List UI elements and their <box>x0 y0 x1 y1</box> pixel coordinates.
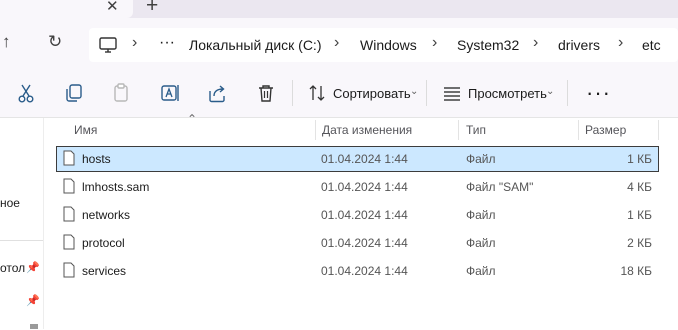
column-divider[interactable] <box>578 120 579 140</box>
breadcrumb-overflow[interactable]: ··· <box>159 34 175 52</box>
paste-icon[interactable] <box>110 82 132 104</box>
sort-button[interactable]: Сортировать <box>333 86 411 101</box>
breadcrumb-separator[interactable]: › <box>334 34 339 52</box>
tab-bar: ✕ + <box>0 0 678 18</box>
sort-ascending-icon: ⌃ <box>187 112 198 126</box>
file-date: 01.04.2024 1:44 <box>321 264 408 278</box>
file-name: protocol <box>82 236 125 250</box>
chevron-down-icon[interactable]: ⌄ <box>546 86 554 97</box>
file-size: 2 КБ <box>627 236 652 250</box>
share-icon[interactable] <box>206 82 228 104</box>
column-divider[interactable] <box>458 120 459 140</box>
file-row-protocol[interactable]: protocol 01.04.2024 1:44 Файл 2 КБ <box>57 231 658 255</box>
navigation-pane: ное отол 📌 📌 <box>0 118 44 329</box>
file-size: 1 КБ <box>627 152 652 166</box>
toolbar-divider <box>426 80 427 106</box>
file-icon <box>63 150 75 166</box>
file-date: 01.04.2024 1:44 <box>321 208 408 222</box>
breadcrumb-item-local-disk[interactable]: Локальный диск (C:) <box>189 37 322 53</box>
pin-icon[interactable]: 📌 <box>26 294 40 307</box>
file-name: networks <box>82 208 131 222</box>
cut-icon[interactable] <box>15 82 37 104</box>
navigation-bar: ↑ ↻ › ··· Локальный диск (C:) › Windows … <box>0 18 678 70</box>
more-options-icon[interactable]: ··· <box>586 80 611 106</box>
delete-icon[interactable] <box>255 82 277 104</box>
pin-icon[interactable] <box>28 324 40 330</box>
breadcrumb-item-system32[interactable]: System32 <box>457 37 519 53</box>
chevron-down-icon[interactable]: ⌄ <box>410 86 418 97</box>
new-tab-icon[interactable]: + <box>146 0 158 18</box>
file-name: lmhosts.sam <box>82 180 150 194</box>
close-tab-icon[interactable]: ✕ <box>106 0 119 15</box>
column-divider[interactable] <box>315 120 316 140</box>
breadcrumb-separator[interactable]: › <box>533 34 538 52</box>
column-header-type[interactable]: Тип <box>466 123 486 137</box>
copy-icon[interactable] <box>63 82 85 104</box>
command-bar: Сортировать ⌄ Просмотреть ⌄ ··· <box>0 70 678 118</box>
rename-icon[interactable] <box>160 82 182 104</box>
up-arrow-icon[interactable]: ↑ <box>2 32 11 52</box>
file-icon <box>63 234 75 250</box>
file-size: 4 КБ <box>627 180 652 194</box>
file-type: Файл <box>466 152 496 166</box>
breadcrumb-item-etc[interactable]: etc <box>642 37 661 53</box>
column-header-date[interactable]: Дата изменения <box>322 123 412 137</box>
file-icon <box>63 178 75 194</box>
address-bar[interactable]: › ··· Локальный диск (C:) › Windows › Sy… <box>89 28 678 62</box>
file-name: hosts <box>82 152 111 166</box>
file-type: Файл <box>466 236 496 250</box>
view-button[interactable]: Просмотреть <box>468 86 547 101</box>
breadcrumb-item-drivers[interactable]: drivers <box>558 37 600 53</box>
file-row-lmhosts[interactable]: lmhosts.sam 01.04.2024 1:44 Файл "SAM" 4… <box>57 175 658 199</box>
pin-icon[interactable]: 📌 <box>26 261 40 274</box>
file-row-hosts[interactable]: hosts 01.04.2024 1:44 Файл 1 КБ <box>56 146 659 172</box>
file-date: 01.04.2024 1:44 <box>321 236 408 250</box>
breadcrumb-separator[interactable]: › <box>132 34 137 52</box>
column-header: ⌃ Имя Дата изменения Тип Размер <box>45 112 678 142</box>
file-size: 1 КБ <box>627 208 652 222</box>
file-date: 01.04.2024 1:44 <box>321 180 408 194</box>
nav-pane-item[interactable]: ное <box>0 196 20 210</box>
file-type: Файл "SAM" <box>466 180 534 194</box>
breadcrumb-separator[interactable]: › <box>618 34 623 52</box>
nav-pane-item[interactable]: отол <box>0 261 25 275</box>
sort-icon[interactable] <box>307 82 329 104</box>
column-header-size[interactable]: Размер <box>585 123 626 137</box>
file-icon <box>63 206 75 222</box>
column-header-name[interactable]: Имя <box>74 123 97 137</box>
file-name: services <box>82 264 127 278</box>
breadcrumb-item-windows[interactable]: Windows <box>360 37 417 53</box>
file-type: Файл <box>466 264 496 278</box>
file-icon <box>63 262 75 278</box>
toolbar-divider <box>567 80 568 106</box>
file-size: 18 КБ <box>620 264 652 278</box>
file-row-services[interactable]: services 01.04.2024 1:44 Файл 18 КБ <box>57 259 658 283</box>
toolbar-divider <box>292 80 293 106</box>
computer-icon[interactable] <box>99 37 117 53</box>
tab-active[interactable]: ✕ <box>0 0 133 18</box>
file-type: Файл <box>466 208 496 222</box>
file-date: 01.04.2024 1:44 <box>321 152 408 166</box>
view-list-icon[interactable] <box>441 82 463 104</box>
breadcrumb-separator[interactable]: › <box>432 34 437 52</box>
file-row-networks[interactable]: networks 01.04.2024 1:44 Файл 1 КБ <box>57 203 658 227</box>
nav-pane-divider <box>0 240 43 241</box>
column-divider[interactable] <box>658 120 659 140</box>
refresh-icon[interactable]: ↻ <box>48 32 62 52</box>
